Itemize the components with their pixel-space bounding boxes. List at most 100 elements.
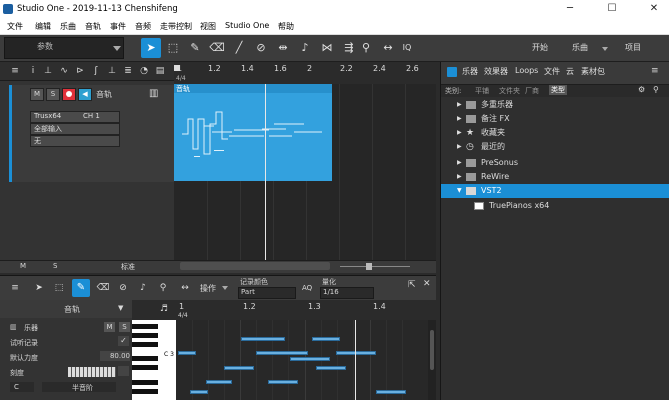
timeline-ruler[interactable]: 4/4 1 1.2 1.4 1.6 2 2.2 2.4 2.6 [174, 62, 436, 85]
menu-transport[interactable]: 走带控制 [160, 21, 192, 32]
tab-effects[interactable]: 效果器 [484, 66, 508, 77]
editor-vertical-scrollbar[interactable] [428, 320, 436, 400]
monitor-button[interactable]: ◀ [78, 88, 92, 101]
params-box[interactable]: 参数 [4, 37, 124, 59]
piano-keyboard[interactable]: ♬ C 3 [132, 300, 176, 400]
editor-scroll-thumb[interactable] [430, 330, 434, 370]
input-select[interactable]: 全部输入 [30, 123, 120, 135]
browser-item-vst2[interactable]: ▼ VST2 [441, 184, 669, 198]
editor-range-icon[interactable]: ⬚ [52, 282, 66, 294]
record-arm-button[interactable] [62, 88, 76, 101]
tab-cloud[interactable]: 云 [566, 66, 574, 77]
menu-edit[interactable]: 编辑 [35, 21, 51, 32]
browser-item-multi[interactable]: ▶ 多重乐器 [441, 98, 669, 112]
menu-audio[interactable]: 音频 [135, 21, 151, 32]
paint-tool-icon[interactable]: ╱ [229, 38, 249, 58]
note[interactable] [256, 351, 308, 355]
menu-help[interactable]: 帮助 [278, 21, 294, 32]
info-icon[interactable]: i [26, 65, 40, 77]
note[interactable] [312, 337, 340, 341]
minimize-button[interactable]: ─ [556, 1, 584, 17]
editor-close-icon[interactable]: ✕ [423, 279, 431, 289]
tab-instruments[interactable]: 乐器 [462, 66, 478, 77]
horizontal-scrollbar[interactable] [180, 262, 330, 270]
clock-icon[interactable]: ◔ [137, 65, 151, 77]
semitone-select[interactable]: 半音阶 [42, 382, 116, 392]
tab-loops[interactable]: Loops [515, 66, 538, 75]
editor-mute-icon[interactable]: ⊘ [116, 282, 130, 294]
midi-clip[interactable]: 音轨 [174, 84, 332, 181]
track-row[interactable]: M S ◀ 音轨 ▥ Trusx64 CH 1 全部输入 无 [9, 85, 175, 182]
eraser-tool-icon[interactable]: ⌫ [207, 38, 227, 58]
sort-type[interactable]: 类型 [549, 85, 567, 95]
menu-song[interactable]: 乐曲 [60, 21, 76, 32]
zoom-slider[interactable] [340, 266, 410, 267]
pencil-tool-icon[interactable]: ✎ [185, 38, 205, 58]
arrow-tool-icon[interactable]: ➤ [141, 38, 161, 58]
note[interactable] [336, 351, 376, 355]
key-select[interactable]: C [10, 382, 34, 392]
browser-item-notefx[interactable]: ▶ 备注 FX [441, 112, 669, 126]
track-settings-icon[interactable]: ▤ [153, 65, 167, 77]
menu-studio-one[interactable]: Studio One [225, 21, 269, 30]
playhead[interactable] [265, 84, 266, 270]
marker-icon[interactable]: ⊳ [73, 65, 87, 77]
listen-tool-icon[interactable]: ♪ [295, 38, 315, 58]
browser-item-favorites[interactable]: ▶ ★ 收藏夹 [441, 126, 669, 140]
mute-tool-icon[interactable]: ⊘ [251, 38, 271, 58]
project-button[interactable]: 项目 [625, 38, 641, 58]
arranger-icon[interactable]: ≣ [121, 65, 135, 77]
output-select[interactable]: 无 [30, 135, 120, 147]
editor-arrow-icon[interactable]: ➤ [32, 282, 46, 294]
browser-item-truepianos[interactable]: TruePianos x64 [441, 199, 669, 213]
pin-icon[interactable]: ⇱ [408, 280, 416, 290]
editor-track-chevron-icon[interactable]: ▼ [118, 304, 123, 312]
note[interactable] [224, 366, 254, 370]
menu-event[interactable]: 事件 [110, 21, 126, 32]
scale-checkbox[interactable] [118, 366, 129, 376]
velocity-input[interactable]: 80.00 [100, 351, 130, 361]
record-color-select[interactable]: Part [238, 287, 296, 299]
range-tool-icon[interactable]: ⬚ [163, 38, 183, 58]
maximize-button[interactable]: ☐ [598, 1, 626, 17]
note-grid[interactable] [176, 320, 428, 400]
editor-eraser-icon[interactable]: ⌫ [96, 282, 110, 294]
tab-packs[interactable]: 素材包 [581, 66, 605, 77]
footer-solo[interactable]: S [53, 262, 57, 270]
start-button[interactable]: 开始 [532, 38, 548, 58]
list-icon[interactable]: ≡ [8, 65, 22, 77]
note[interactable] [241, 337, 285, 341]
editor-list-icon[interactable]: ≡ [8, 282, 22, 294]
solo-button[interactable]: S [46, 88, 60, 101]
sort-folder[interactable]: 文件夹 [499, 86, 520, 96]
bend-tool-icon[interactable]: ⇹ [273, 38, 293, 58]
editor-listen-icon[interactable]: ♪ [136, 282, 150, 294]
note[interactable] [190, 390, 208, 394]
footer-mute[interactable]: M [20, 262, 26, 270]
timestretch-tool-icon[interactable]: ↔ [378, 38, 398, 58]
zoom-tool-icon[interactable]: ⚲ [356, 38, 376, 58]
mute-button[interactable]: M [30, 88, 44, 101]
iq-button[interactable]: IQ [397, 38, 417, 58]
note[interactable] [376, 390, 406, 394]
note[interactable] [316, 366, 346, 370]
instrument-select[interactable]: Trusx64 CH 1 [30, 111, 120, 123]
zoom-slider-thumb[interactable] [366, 263, 372, 270]
song-button[interactable]: 乐曲 [572, 38, 588, 58]
scale-keys[interactable] [68, 367, 116, 377]
note[interactable] [178, 351, 196, 355]
wrench-icon[interactable]: ⚙ [638, 85, 645, 94]
browser-item-presonus[interactable]: ▶ PreSonus [441, 156, 669, 170]
editor-stretch-icon[interactable]: ↔ [178, 282, 192, 294]
editor-pencil-icon[interactable]: ✎ [72, 279, 90, 297]
editor-playhead[interactable] [355, 320, 356, 400]
track-automation-icon[interactable]: ⊥ [41, 65, 55, 77]
quantize-select[interactable]: 1/16 [320, 287, 374, 299]
aq-button[interactable]: AQ [302, 284, 312, 292]
note[interactable] [290, 357, 330, 361]
browser-item-rewire[interactable]: ▶ ReWire [441, 170, 669, 184]
browser-menu-icon[interactable]: ≡ [651, 66, 659, 76]
automation-curve-icon[interactable]: ∿ [57, 65, 71, 77]
tempo-icon[interactable]: ⊥ [105, 65, 119, 77]
editor-mute-button[interactable]: M [104, 322, 115, 332]
